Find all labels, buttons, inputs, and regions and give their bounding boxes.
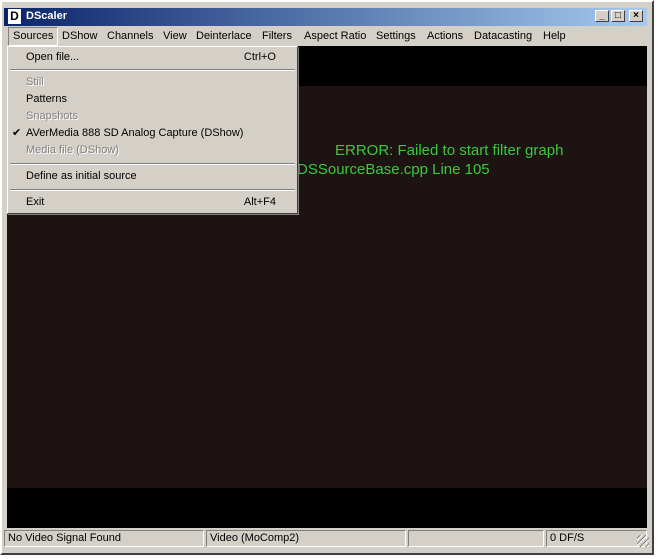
status-signal: No Video Signal Found bbox=[4, 530, 204, 547]
menu-separator bbox=[10, 163, 295, 165]
exit-label: Exit bbox=[26, 196, 45, 208]
menu-item-still[interactable]: Still bbox=[10, 74, 295, 91]
patterns-label: Patterns bbox=[26, 93, 67, 105]
menu-bar: Sources DShow Channels View Deinterlace … bbox=[4, 27, 647, 46]
snapshots-label: Snapshots bbox=[26, 110, 78, 122]
open-file-shortcut: Ctrl+O bbox=[243, 51, 276, 63]
menu-view[interactable]: View bbox=[159, 27, 191, 46]
menu-deinterlace[interactable]: Deinterlace bbox=[192, 27, 256, 46]
status-fps: 0 DF/S bbox=[546, 530, 647, 547]
menu-datacasting[interactable]: Datacasting bbox=[470, 27, 536, 46]
define-initial-label: Define as initial source bbox=[26, 170, 137, 182]
open-file-label: Open file... bbox=[26, 51, 80, 63]
menu-separator bbox=[10, 189, 295, 191]
menu-item-open-file[interactable]: Open file... Ctrl+O bbox=[10, 49, 295, 66]
menu-item-avermedia[interactable]: ✔ AVerMedia 888 SD Analog Capture (DShow… bbox=[10, 125, 295, 142]
menu-item-patterns[interactable]: Patterns bbox=[10, 91, 295, 108]
media-file-label: Media file (DShow) bbox=[26, 144, 119, 156]
menu-sources[interactable]: Sources bbox=[8, 27, 59, 46]
menu-filters[interactable]: Filters bbox=[258, 27, 296, 46]
menu-item-define-initial-source[interactable]: Define as initial source bbox=[10, 168, 295, 185]
menu-separator bbox=[10, 69, 295, 71]
menu-actions[interactable]: Actions bbox=[423, 27, 467, 46]
close-button[interactable]: × bbox=[629, 10, 643, 22]
sources-dropdown-menu: Open file... Ctrl+O Still Patterns Snaps… bbox=[7, 46, 298, 214]
status-bar: No Video Signal Found Video (MoComp2) 0 … bbox=[4, 529, 651, 549]
avermedia-label: AVerMedia 888 SD Analog Capture (DShow) bbox=[26, 127, 244, 139]
status-video-mode: Video (MoComp2) bbox=[206, 530, 406, 547]
menu-aspect-ratio[interactable]: Aspect Ratio bbox=[300, 27, 370, 46]
menu-dshow[interactable]: DShow bbox=[58, 27, 101, 46]
menu-item-snapshots[interactable]: Snapshots bbox=[10, 108, 295, 125]
minimize-button[interactable]: _ bbox=[595, 10, 609, 22]
resize-grip-icon[interactable] bbox=[637, 535, 649, 547]
window-title: DScaler bbox=[26, 10, 67, 22]
checkmark-icon: ✔ bbox=[12, 127, 22, 139]
menu-item-exit[interactable]: Exit Alt+F4 bbox=[10, 194, 295, 211]
menu-settings[interactable]: Settings bbox=[372, 27, 420, 46]
app-icon[interactable]: D bbox=[8, 9, 21, 24]
error-message: ERROR: Failed to start filter graph bbox=[335, 142, 564, 159]
still-label: Still bbox=[26, 76, 44, 88]
menu-help[interactable]: Help bbox=[539, 27, 570, 46]
menu-item-media-file[interactable]: Media file (DShow) bbox=[10, 142, 295, 159]
title-bar[interactable]: D DScaler _ □ × bbox=[4, 8, 647, 26]
maximize-button[interactable]: □ bbox=[611, 10, 625, 22]
exit-shortcut: Alt+F4 bbox=[243, 196, 276, 208]
menu-channels[interactable]: Channels bbox=[103, 27, 157, 46]
status-blank bbox=[408, 530, 544, 547]
